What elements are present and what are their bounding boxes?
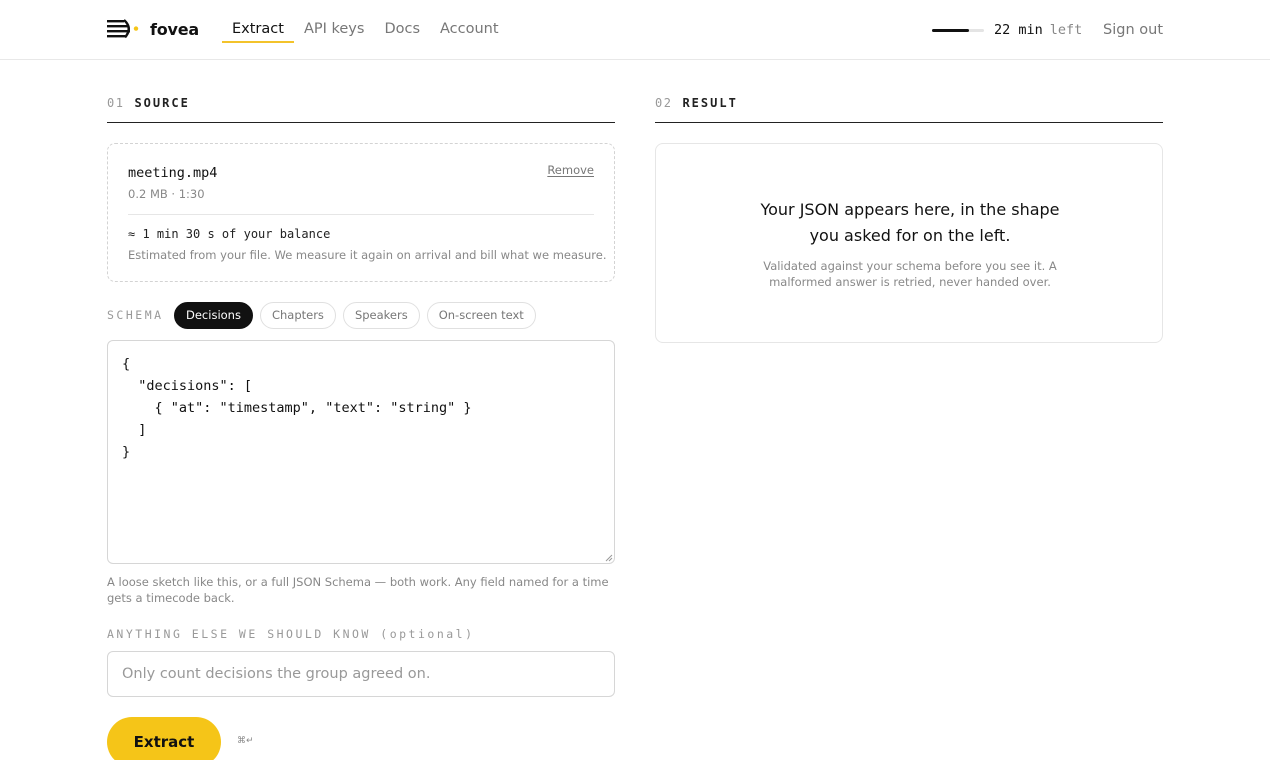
notes-input[interactable]	[107, 651, 615, 697]
card-divider	[128, 214, 594, 215]
source-section-header: 01 SOURCE	[107, 96, 615, 123]
result-section-number: 02	[655, 96, 673, 110]
preset-decisions[interactable]: Decisions	[174, 302, 253, 329]
nav-extract[interactable]: Extract	[222, 0, 294, 60]
result-section-title: RESULT	[682, 96, 738, 110]
file-name: meeting.mp4	[128, 165, 218, 181]
main-nav: Extract API keys Docs Account	[222, 0, 509, 60]
schema-presets: Decisions Chapters Speakers On-screen te…	[174, 302, 543, 329]
balance-suffix: left	[1049, 22, 1083, 38]
schema-help-text: A loose sketch like this, or a full JSON…	[107, 575, 609, 605]
balance-amount: 22 min	[994, 22, 1043, 38]
cost-estimate: ≈ 1 min 30 s of your balance	[128, 227, 331, 241]
nav-docs[interactable]: Docs	[374, 0, 430, 60]
result-empty-title: Your JSON appears here, in the shape you…	[760, 200, 1060, 245]
file-meta: 0.2 MB · 1:30	[128, 187, 205, 201]
brand[interactable]: fovea	[107, 18, 199, 40]
preset-speakers[interactable]: Speakers	[342, 302, 420, 329]
result-empty-note: Validated against your schema before you…	[763, 259, 1057, 289]
sign-out-link[interactable]: Sign out	[1103, 20, 1163, 40]
nav-api-keys[interactable]: API keys	[294, 0, 375, 60]
balance-bar	[932, 28, 984, 32]
brand-name: fovea	[150, 19, 200, 39]
source-file-card: meeting.mp4 0.2 MB · 1:30 Remove ≈ 1 min…	[107, 143, 615, 282]
result-section-header: 02 RESULT	[655, 96, 1163, 123]
preset-on-screen-text[interactable]: On-screen text	[426, 302, 536, 329]
result-panel: Your JSON appears here, in the shape you…	[655, 143, 1163, 343]
balance-meter: 22 min left	[932, 20, 1082, 40]
resize-grip-icon[interactable]	[603, 552, 613, 562]
cost-estimate-note: Estimated from your file. We measure it …	[128, 248, 607, 262]
source-section-number: 01	[107, 96, 125, 110]
schema-label: SCHEMA	[107, 308, 164, 322]
source-section-title: SOURCE	[134, 96, 190, 110]
preset-chapters[interactable]: Chapters	[259, 302, 336, 329]
fovea-logo-icon	[107, 19, 139, 39]
remove-file-link[interactable]: Remove	[547, 163, 594, 177]
schema-editor[interactable]	[107, 340, 615, 564]
nav-account[interactable]: Account	[430, 0, 509, 60]
balance-bar-fill	[932, 28, 970, 32]
notes-label: ANYTHING ELSE WE SHOULD KNOW (optional)	[107, 627, 475, 641]
extract-button[interactable]: Extract	[107, 717, 221, 760]
top-bar: fovea Extract API keys Docs Account 22 m…	[0, 0, 1270, 60]
keyboard-shortcut-hint: ⌘↵	[237, 736, 254, 746]
